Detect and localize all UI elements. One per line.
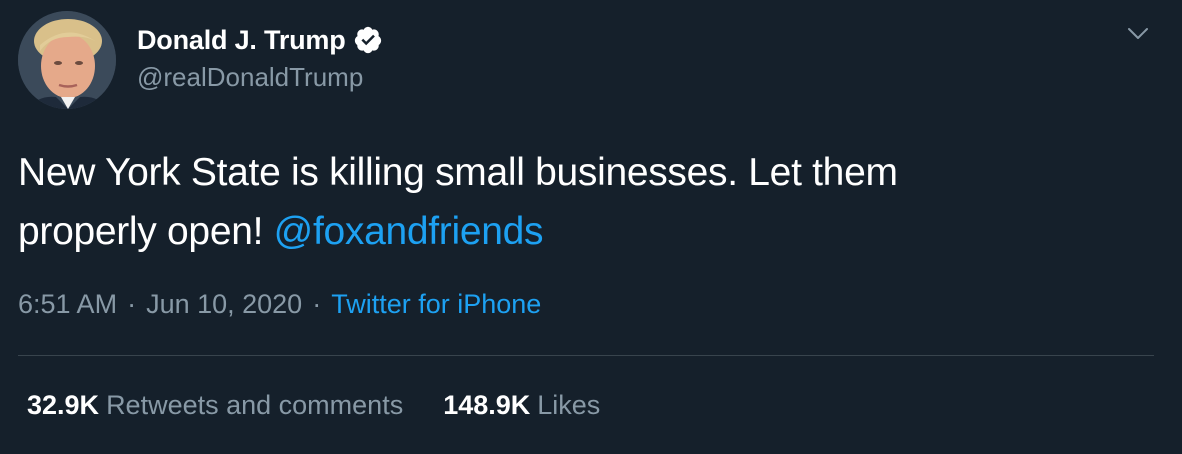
tweet-date[interactable]: Jun 10, 2020 (146, 289, 302, 319)
author-name-row: Donald J. Trump (137, 22, 383, 58)
likes-stat[interactable]: 148.9K Likes (443, 390, 600, 421)
retweets-count: 32.9K (27, 390, 100, 420)
tweet-text: New York State is killing small business… (18, 143, 1158, 261)
likes-count: 148.9K (443, 390, 531, 420)
author-handle[interactable]: @realDonaldTrump (137, 62, 363, 93)
retweets-label: Retweets and comments (106, 390, 404, 420)
tweet-time[interactable]: 6:51 AM (18, 289, 117, 319)
tweet-stats: 32.9K Retweets and comments 148.9K Likes (27, 390, 600, 421)
avatar[interactable] (18, 11, 116, 109)
tweet-meta: 6:51 AM · Jun 10, 2020 · Twitter for iPhone (18, 289, 541, 320)
verified-badge-icon (353, 25, 383, 55)
likes-label: Likes (537, 390, 601, 420)
mention-link[interactable]: @foxandfriends (274, 210, 544, 253)
meta-separator: · (127, 289, 137, 319)
retweets-stat[interactable]: 32.9K Retweets and comments (27, 390, 403, 421)
tweet-card: Donald J. Trump @realDonaldTrump New Yor… (0, 0, 1182, 454)
avatar-image (18, 11, 116, 109)
tweet-text-line1: New York State is killing small business… (18, 151, 898, 194)
tweet-source-link[interactable]: Twitter for iPhone (331, 289, 541, 319)
meta-separator: · (312, 289, 322, 319)
tweet-text-line2: properly open! (18, 210, 274, 253)
author-display-name[interactable]: Donald J. Trump (137, 25, 346, 56)
divider (18, 355, 1154, 356)
chevron-down-icon[interactable] (1124, 22, 1152, 46)
